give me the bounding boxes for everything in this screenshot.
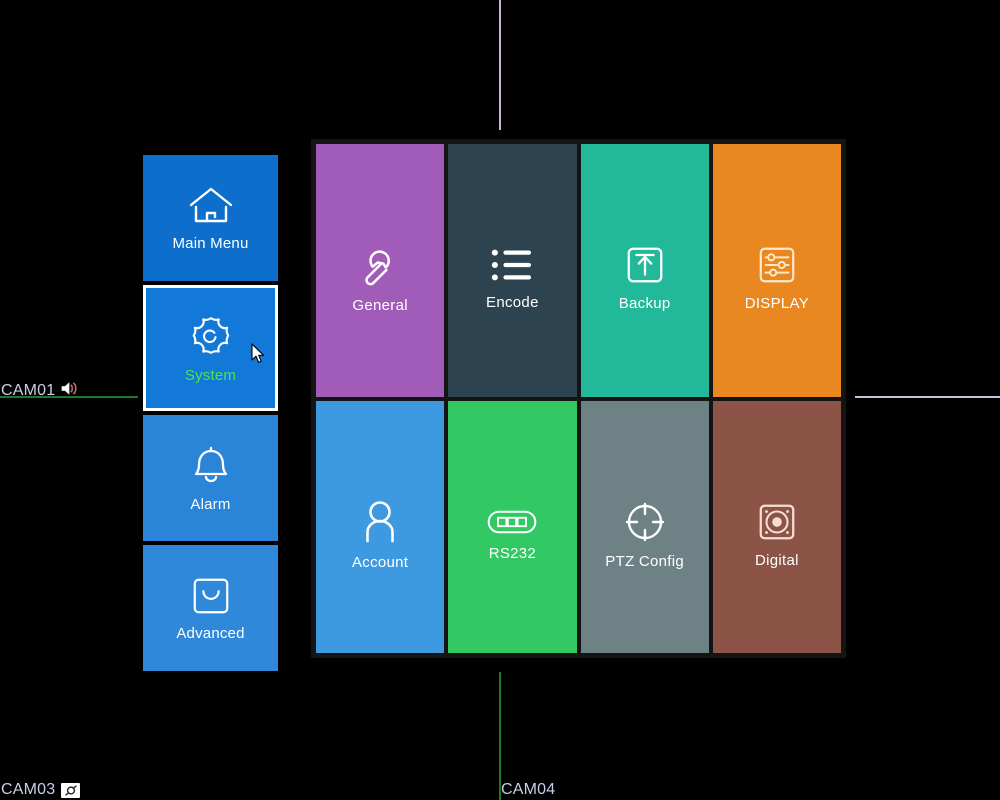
tile-label: General <box>352 297 408 315</box>
divider-vertical-top <box>499 0 501 130</box>
tile-label: RS232 <box>488 544 537 562</box>
tile-label: Account <box>351 553 409 571</box>
camera-label-text: CAM01 <box>1 382 56 399</box>
record-camera-icon <box>61 782 81 798</box>
sidebar-item-main-menu[interactable]: Main Menu <box>143 155 278 281</box>
tile-label: DISPLAY <box>744 295 810 313</box>
sidebar-item-label: Alarm <box>190 495 231 513</box>
camera-label-cam04: CAM04 <box>501 781 555 799</box>
tile-label: Digital <box>754 551 799 569</box>
tile-digital[interactable]: Digital <box>712 400 841 653</box>
crosshair-icon <box>623 500 667 544</box>
tile-rs232[interactable]: RS232 <box>448 400 577 653</box>
tile-encode[interactable]: Encode <box>448 144 577 397</box>
main-menu-panel: General Encode Backup DISPLAY Account RS… <box>311 139 846 658</box>
tile-label: PTZ Config <box>605 552 685 570</box>
toolbox-icon <box>190 575 232 617</box>
sidebar-item-label: System <box>184 366 237 384</box>
sidebar-item-advanced[interactable]: Advanced <box>143 545 278 671</box>
sliders-icon <box>756 244 798 286</box>
camera-label-text: CAM04 <box>501 781 556 798</box>
sidebar-item-label: Main Menu <box>172 234 249 252</box>
speaker-icon <box>61 381 78 401</box>
serial-port-icon <box>486 508 538 536</box>
bell-icon <box>187 444 235 488</box>
tile-label: Encode <box>486 294 539 312</box>
wrench-icon <box>357 242 403 288</box>
tile-label: Backup <box>618 295 671 313</box>
tile-account[interactable]: Account <box>316 400 445 653</box>
lens-icon <box>756 501 798 543</box>
tile-ptz-config[interactable]: PTZ Config <box>580 400 709 653</box>
camera-label-text: CAM03 <box>1 781 56 798</box>
sidebar-item-alarm[interactable]: Alarm <box>143 415 278 541</box>
camera-label-cam01: CAM01 <box>1 381 78 401</box>
tile-general[interactable]: General <box>316 144 445 397</box>
upload-box-icon <box>624 244 666 286</box>
camera-label-cam03: CAM03 <box>1 781 81 799</box>
tile-display[interactable]: DISPLAY <box>712 144 841 397</box>
list-icon <box>489 245 535 285</box>
sidebar-item-label: Advanced <box>176 624 245 642</box>
main-menu-grid: General Encode Backup DISPLAY Account RS… <box>316 144 841 653</box>
sidebar-item-system[interactable]: System <box>143 285 278 411</box>
divider-horizontal-right <box>855 396 1000 398</box>
home-icon <box>187 185 235 227</box>
tile-backup[interactable]: Backup <box>580 144 709 397</box>
user-icon <box>360 499 400 545</box>
gear-icon <box>188 313 234 359</box>
sidebar: Main Menu System Alarm Advanced <box>143 155 278 675</box>
